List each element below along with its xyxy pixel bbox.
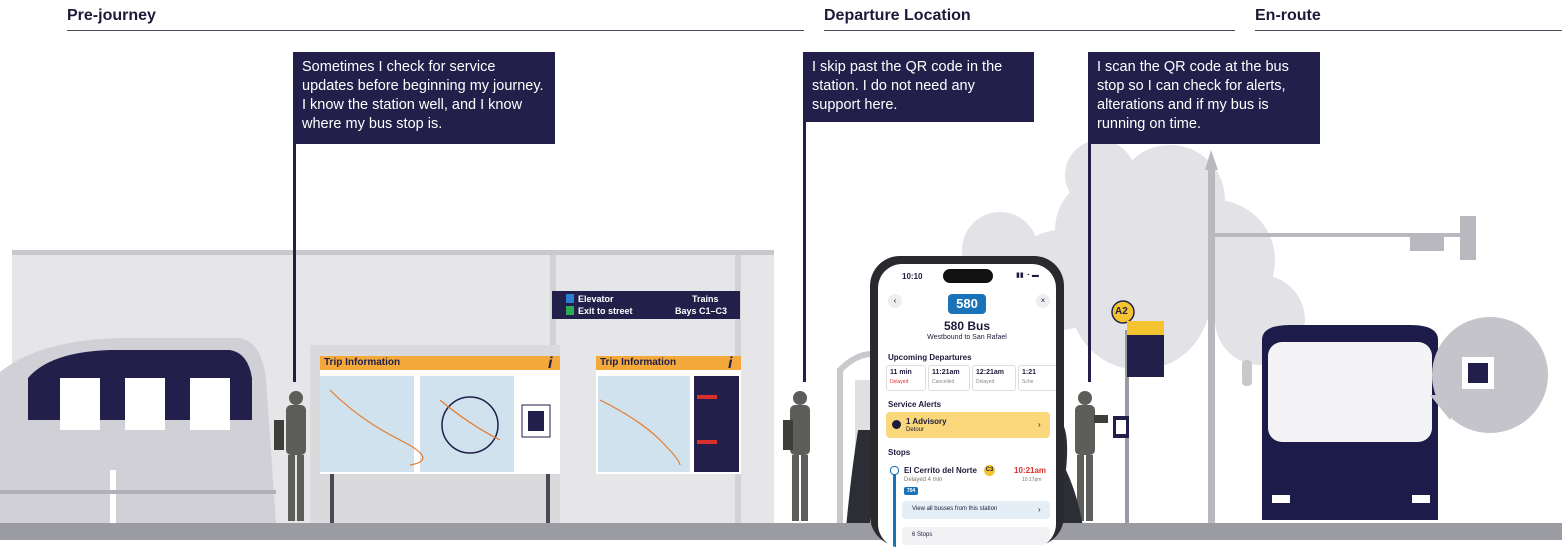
route-direction: Westbound to San Rafael — [927, 334, 1007, 341]
board-1-title: Trip Information — [324, 357, 401, 368]
stops-header: Stops — [888, 448, 911, 457]
advisory-title: 1 Advisory — [906, 417, 947, 426]
departure-2-time: 12:21am — [976, 369, 1005, 376]
sign-exit: Exit to street — [578, 306, 633, 316]
departure-card-3[interactable]: 1:21 Sche — [1018, 365, 1056, 391]
quote-en-route: I scan the QR code at the bus stop so I … — [1088, 52, 1320, 144]
upcoming-header: Upcoming Departures — [888, 353, 972, 362]
person-3 — [1075, 391, 1108, 521]
board-1-info-icon: i — [548, 355, 553, 372]
departure-card-0[interactable]: 11 min Delayed — [886, 365, 926, 391]
back-button[interactable]: ‹ — [888, 294, 902, 308]
phone-screen: 10:10 ▮▮ ◔ ▬ ‹ × 580 580 Bus Westbound t… — [878, 264, 1056, 548]
view-all-label: View all busses from this station — [912, 506, 998, 512]
sign-bays: Bays C1–C3 — [675, 306, 728, 316]
bus-stop-code: A2 — [1115, 306, 1128, 317]
more-stops-label: 6 Stops — [912, 532, 933, 538]
route-title: 580 Bus — [943, 319, 991, 333]
status-time: 10:10 — [902, 272, 923, 281]
board-2-title: Trip Information — [600, 357, 677, 368]
stop-dot — [890, 466, 899, 475]
bus — [1242, 325, 1438, 520]
person-2 — [783, 391, 810, 521]
sign-trains: Trains — [692, 294, 719, 304]
departure-1-status: Cancelled — [932, 379, 955, 385]
departure-3-time: 1:21 — [1022, 369, 1037, 376]
departure-3-status: Sche — [1022, 379, 1034, 385]
view-all-chevron-icon: › — [1038, 505, 1041, 514]
board-2-info-icon: i — [728, 355, 733, 372]
stop-chip: 704 — [904, 487, 918, 495]
quote-departure-location: I skip past the QR code in the station. … — [803, 52, 1034, 122]
platform-floor — [0, 523, 1562, 540]
more-stops-row[interactable]: 6 Stops — [902, 527, 1050, 545]
train — [0, 338, 276, 523]
advisory-card[interactable]: 1 Advisory Detour › — [886, 412, 1050, 438]
departure-2-status: Delayed — [976, 379, 995, 385]
advisory-sub: Detour — [906, 427, 925, 433]
sign-elevator: Elevator — [578, 294, 614, 304]
stop-delay: Delayed 4 min — [904, 477, 943, 483]
route-badge: 580 — [948, 294, 986, 314]
alert-icon — [892, 420, 901, 429]
stop-time: 10:21am — [1014, 466, 1047, 475]
info-board-2 — [596, 356, 741, 474]
qr-zoom-bubble — [1430, 317, 1548, 433]
stop-name: El Cerrito del Norte — [904, 466, 977, 475]
status-icons: ▮▮ ◔ ▬ — [1016, 272, 1039, 279]
departure-card-2[interactable]: 12:21am Delayed — [972, 365, 1016, 391]
departure-0-time: 11 min — [890, 369, 912, 376]
stop-badge: C3 — [984, 465, 995, 476]
view-all-button[interactable]: View all busses from this station › — [902, 501, 1050, 519]
departure-card-1[interactable]: 11:21am Cancelled — [928, 365, 970, 391]
alerts-header: Service Alerts — [888, 400, 942, 409]
route-line — [893, 467, 896, 547]
scene-illustration — [0, 140, 1548, 540]
stop-scheduled: 10:17pm — [1022, 477, 1042, 483]
departure-1-time: 11:21am — [932, 369, 960, 376]
quote-pre-journey: Sometimes I check for service updates be… — [293, 52, 555, 144]
chevron-right-icon: › — [1038, 420, 1041, 429]
close-button[interactable]: × — [1036, 294, 1050, 308]
dynamic-island — [943, 269, 993, 283]
departure-0-status: Delayed — [890, 379, 909, 385]
